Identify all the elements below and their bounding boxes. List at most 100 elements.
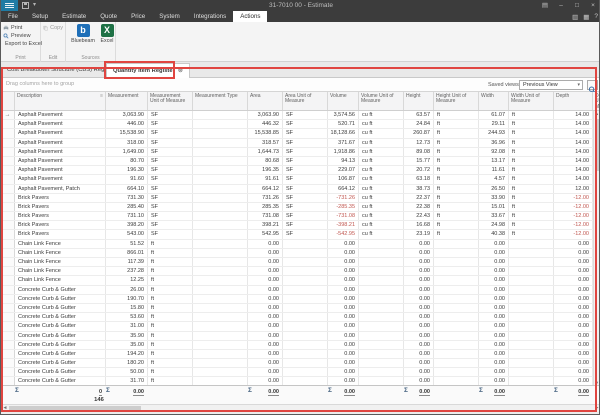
grid-row[interactable]: Asphalt Pavement80.70SF80.68SF94.13cu ft… (1, 157, 599, 166)
cell[interactable]: -285.35 (328, 203, 359, 211)
cell[interactable] (434, 359, 479, 367)
cell[interactable]: 318.00 (106, 139, 148, 147)
cell[interactable]: Chain Link Fence (15, 276, 106, 284)
cell[interactable]: Concrete Curb & Gutter (15, 368, 106, 376)
cell[interactable]: 0.00 (554, 313, 593, 321)
cell[interactable] (193, 185, 248, 193)
cell[interactable]: 0.00 (328, 286, 359, 294)
cell[interactable]: 866.01 (106, 249, 148, 257)
cell[interactable]: 731.26 (248, 194, 283, 202)
cell[interactable]: ft (434, 221, 479, 229)
cell[interactable]: SF (283, 120, 328, 128)
cell[interactable]: ft (148, 240, 193, 248)
cell[interactable] (193, 148, 248, 156)
cell[interactable]: ft (148, 332, 193, 340)
cell[interactable]: SF (283, 166, 328, 174)
minimize-icon[interactable]: – (555, 0, 567, 11)
cell[interactable] (359, 286, 404, 294)
cell[interactable]: 0.00 (248, 249, 283, 257)
cell[interactable]: Chain Link Fence (15, 249, 106, 257)
cell[interactable]: 80.68 (248, 157, 283, 165)
cell[interactable]: 446.00 (106, 120, 148, 128)
cell[interactable]: 0.00 (554, 368, 593, 376)
cell[interactable] (283, 368, 328, 376)
cell[interactable] (359, 249, 404, 257)
grid-row[interactable]: Concrete Curb & Gutter180.20ft0.000.000.… (1, 359, 599, 368)
cell[interactable]: 31.00 (106, 322, 148, 330)
cell[interactable] (193, 286, 248, 294)
cell[interactable]: ft (148, 286, 193, 294)
grid-row[interactable]: Concrete Curb & Gutter31.70ft0.000.000.0… (1, 377, 599, 385)
cell[interactable]: SF (283, 129, 328, 137)
cell[interactable]: SF (148, 148, 193, 156)
cell[interactable]: 0.00 (248, 267, 283, 275)
cell[interactable]: cu ft (359, 221, 404, 229)
cell[interactable]: cu ft (359, 120, 404, 128)
cell[interactable]: 731.08 (248, 212, 283, 220)
cell[interactable] (193, 194, 248, 202)
cell[interactable]: 94.13 (328, 157, 359, 165)
cell[interactable]: 15.01 (479, 203, 509, 211)
cell[interactable] (193, 166, 248, 174)
cell[interactable]: SF (283, 175, 328, 183)
cell[interactable] (193, 240, 248, 248)
cell[interactable]: 26.00 (106, 286, 148, 294)
cell[interactable]: 0.00 (404, 286, 434, 294)
cell[interactable] (283, 341, 328, 349)
cell[interactable]: Chain Link Fence (15, 258, 106, 266)
menu-tab-setup[interactable]: Setup (25, 11, 55, 22)
cell[interactable] (193, 313, 248, 321)
horizontal-scrollbar[interactable]: ◄ ► (1, 404, 600, 412)
cell[interactable]: Brick Pavers (15, 230, 106, 238)
cell[interactable]: cu ft (359, 166, 404, 174)
cell[interactable]: Asphalt Pavement, Patch (15, 185, 106, 193)
cell[interactable]: 285.40 (106, 203, 148, 211)
cell[interactable]: 0.00 (328, 295, 359, 303)
cell[interactable] (434, 368, 479, 376)
column-header-0[interactable]: Description≡ (15, 92, 106, 110)
cell[interactable]: 0.00 (248, 341, 283, 349)
cell[interactable]: 15,538.90 (106, 129, 148, 137)
cell[interactable]: 14.00 (554, 148, 593, 156)
cell[interactable] (193, 267, 248, 275)
menu-tab-price[interactable]: Price (124, 11, 152, 22)
cell[interactable]: 61.07 (479, 111, 509, 119)
cell[interactable] (509, 304, 554, 312)
cell[interactable]: 0.00 (479, 240, 509, 248)
grid-view-icon[interactable]: ▦ (583, 13, 589, 21)
ribbon-options-icon[interactable]: ▤ (539, 0, 551, 11)
cell[interactable]: 731.10 (106, 212, 148, 220)
cell[interactable]: 0.00 (554, 322, 593, 330)
cell[interactable] (193, 175, 248, 183)
cell[interactable]: 446.32 (248, 120, 283, 128)
cell[interactable]: SF (148, 203, 193, 211)
cell[interactable]: ft (148, 304, 193, 312)
cell[interactable]: cu ft (359, 139, 404, 147)
cell[interactable]: ft (148, 359, 193, 367)
cell[interactable]: Concrete Curb & Gutter (15, 304, 106, 312)
cell[interactable]: 14.00 (554, 157, 593, 165)
cell[interactable] (509, 368, 554, 376)
cell[interactable]: 0.00 (328, 332, 359, 340)
cell[interactable]: 0.00 (328, 322, 359, 330)
cell[interactable]: Asphalt Pavement (15, 166, 106, 174)
cell[interactable]: 15.77 (404, 157, 434, 165)
cell[interactable]: Asphalt Pavement (15, 139, 106, 147)
cell[interactable] (509, 276, 554, 284)
cell[interactable]: 35.90 (106, 332, 148, 340)
excel-button[interactable]: X Excel (92, 24, 122, 44)
cell[interactable] (283, 286, 328, 294)
cell[interactable] (434, 286, 479, 294)
cell[interactable]: Concrete Curb & Gutter (15, 313, 106, 321)
cell[interactable]: SF (148, 185, 193, 193)
cell[interactable]: 664.12 (328, 185, 359, 193)
grid-row[interactable]: Brick Pavers731.30SF731.26SF-731.26cu ft… (1, 194, 599, 203)
cell[interactable] (434, 249, 479, 257)
export-to-excel-button[interactable]: Export to Excel (1, 40, 40, 48)
help-icon[interactable]: ? (594, 13, 598, 20)
cell[interactable]: 0.00 (479, 332, 509, 340)
cell[interactable]: 0.00 (248, 304, 283, 312)
cell[interactable] (434, 276, 479, 284)
cell[interactable]: 0.00 (404, 249, 434, 257)
cell[interactable]: 0.00 (554, 276, 593, 284)
